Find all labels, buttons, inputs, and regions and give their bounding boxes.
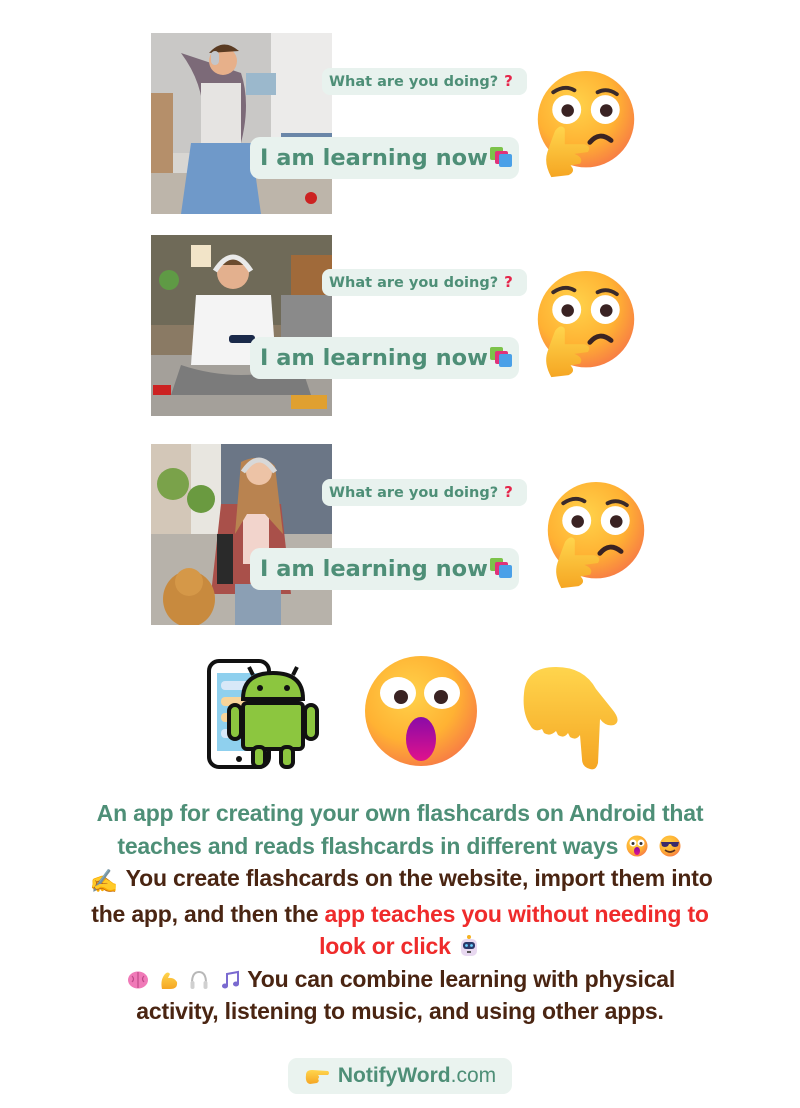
question-bubble: What are you doing?? xyxy=(322,479,527,506)
scene-2: What are you doing?? I am learning now xyxy=(0,235,800,425)
astonished-face-icon xyxy=(365,656,477,766)
answer-text: I am learning now xyxy=(260,145,488,171)
photo-teen-gaming xyxy=(151,235,332,416)
question-text: What are you doing? xyxy=(329,74,499,90)
brain-icon xyxy=(127,971,148,988)
books-icon xyxy=(489,558,512,578)
music-notes-icon xyxy=(221,970,239,988)
question-bubble: What are you doing?? xyxy=(322,68,527,95)
answer-text: I am learning now xyxy=(260,345,488,371)
answer-bubble: I am learning now xyxy=(250,548,519,590)
description-line-2: teaches and reads flashcards in differen… xyxy=(20,830,780,863)
app-description: An app for creating your own flashcards … xyxy=(20,797,780,1028)
answer-bubble: I am learning now xyxy=(250,137,519,179)
robot-icon xyxy=(460,935,477,956)
question-bubble: What are you doing?? xyxy=(322,269,527,296)
answer-bubble: I am learning now xyxy=(250,337,519,379)
description-line-4: the app, and then the app teaches you wi… xyxy=(91,900,709,927)
thinking-face-icon xyxy=(532,69,640,181)
scene-3: What are you doing?? I am learning now xyxy=(0,444,800,634)
thinking-face-icon xyxy=(542,480,650,592)
headphones-icon xyxy=(190,970,208,989)
description-line-7: activity, listening to music, and using … xyxy=(136,998,664,1024)
description-line-6: You can combine learning with physical xyxy=(20,963,780,996)
red-question-mark-icon: ? xyxy=(504,483,513,501)
pointing-down-hand-icon xyxy=(523,667,618,770)
website-link[interactable]: NotifyWord .com xyxy=(288,1058,512,1094)
flexed-biceps-icon xyxy=(161,972,178,989)
pointing-right-hand-icon xyxy=(305,1070,329,1084)
photo-girl-walking-dog xyxy=(151,444,332,625)
thinking-face-icon xyxy=(532,269,640,381)
photo-man-dancing xyxy=(151,33,332,214)
site-name: NotifyWord xyxy=(337,1064,451,1087)
android-phone-icon xyxy=(207,659,319,769)
books-icon xyxy=(489,347,512,367)
icons-row xyxy=(0,655,800,770)
red-question-mark-icon: ? xyxy=(504,72,513,90)
description-line-3: ✍ You create flashcards on the website, … xyxy=(20,862,780,898)
question-text: What are you doing? xyxy=(329,275,499,291)
writing-hand-icon: ✍ xyxy=(89,868,118,894)
site-tld: .com xyxy=(450,1064,497,1087)
scene-1: What are you doing?? I am learning now xyxy=(0,33,800,223)
books-icon xyxy=(489,147,512,167)
answer-text: I am learning now xyxy=(260,556,488,582)
red-question-mark-icon: ? xyxy=(504,273,513,291)
question-text: What are you doing? xyxy=(329,485,499,501)
description-line-5: look or click xyxy=(20,930,780,963)
astonished-face-icon xyxy=(626,835,648,856)
description-line-1: An app for creating your own flashcards … xyxy=(96,800,704,826)
smiling-face-sunglasses-icon xyxy=(659,835,681,856)
